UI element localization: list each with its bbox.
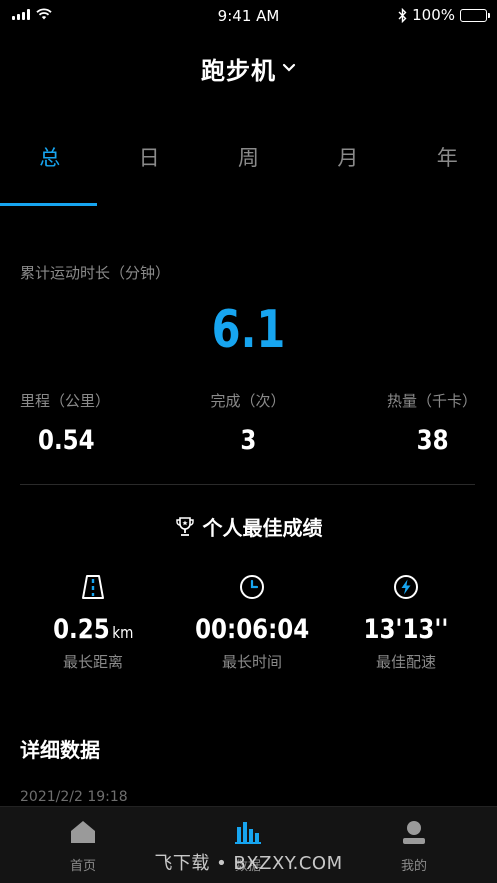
tab-year[interactable]: 年 <box>398 128 497 206</box>
summary-stats: 里程（公里） 0.54 完成（次） 3 热量（千卡） 38 <box>20 390 477 470</box>
personal-best-title: 个人最佳成绩 <box>202 516 323 540</box>
status-right: 100% <box>398 6 490 24</box>
total-duration-label: 累计运动时长（分钟） <box>20 264 171 282</box>
best-distance-label: 最长距离 <box>62 653 123 671</box>
stat-count-value: 3 <box>240 425 256 456</box>
home-icon <box>71 821 95 843</box>
stat-count: 完成（次） 3 <box>200 390 296 456</box>
personal-best-list: 0.25 km 最长距离 00:06:04 最长时间 13'13'' 最佳配速 <box>0 574 497 684</box>
best-distance-value-wrap: 0.25 km <box>53 614 133 645</box>
total-duration-value: 6.1 <box>211 300 286 360</box>
divider <box>20 484 475 485</box>
best-pace-value: 13'13'' <box>363 614 449 645</box>
person-icon <box>403 821 425 844</box>
best-duration: 00:06:04 最长时间 <box>182 574 322 672</box>
tab-month[interactable]: 月 <box>298 128 397 206</box>
stat-calories-value: 38 <box>417 425 449 456</box>
stat-distance-label: 里程（公里） <box>20 392 111 410</box>
details-title: 详细数据 <box>20 738 100 762</box>
best-duration-label: 最长时间 <box>221 653 282 671</box>
best-duration-value: 00:06:04 <box>194 614 310 645</box>
watermark: 飞下载 • BXZXY.COM <box>154 853 343 874</box>
best-distance-value: 0.25 <box>52 614 110 645</box>
stat-distance-value: 0.54 <box>38 425 95 456</box>
period-tabs: 总 日 周 月 年 <box>0 128 497 206</box>
status-bar: 9:41 AM 100% <box>0 0 497 32</box>
best-distance-unit: km <box>112 623 134 642</box>
personal-best-header: 个人最佳成绩 <box>0 512 497 541</box>
battery-percent: 100% <box>412 6 455 24</box>
stat-calories: 热量（千卡） 38 <box>387 390 477 456</box>
device-selector[interactable]: 跑步机 <box>0 48 497 88</box>
bar-chart-icon <box>235 822 261 844</box>
trophy-icon <box>175 516 194 536</box>
stat-count-label: 完成（次） <box>210 392 286 410</box>
stat-distance: 里程（公里） 0.54 <box>20 390 110 456</box>
bluetooth-icon <box>398 7 407 23</box>
chevron-down-icon <box>282 63 296 72</box>
tab-week[interactable]: 周 <box>199 128 298 206</box>
lightning-icon <box>394 575 418 599</box>
battery-icon <box>460 8 490 22</box>
stat-calories-label: 热量（千卡） <box>386 392 477 410</box>
road-icon <box>82 575 104 599</box>
clock-icon <box>240 575 264 599</box>
tab-day[interactable]: 日 <box>99 128 198 206</box>
best-pace: 13'13'' 最佳配速 <box>336 574 476 672</box>
page-title: 跑步机 <box>201 56 276 85</box>
tab-total[interactable]: 总 <box>0 128 99 206</box>
best-distance: 0.25 km 最长距离 <box>23 574 163 672</box>
detail-record-date[interactable]: 2021/2/2 19:18 <box>20 789 128 805</box>
best-pace-label: 最佳配速 <box>375 653 436 671</box>
